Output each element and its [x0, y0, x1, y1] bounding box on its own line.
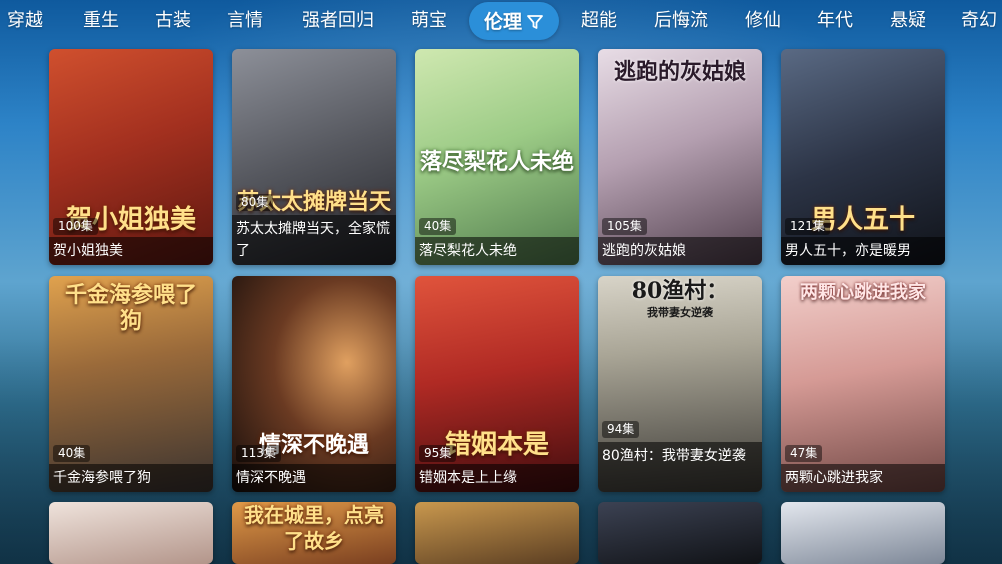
episode-count: 94集: [602, 421, 640, 438]
drama-title: 男人五十，亦是暖男: [781, 237, 945, 265]
episode-count: 100集: [53, 218, 98, 235]
tab-qiangzhe-huigui[interactable]: 强者回归: [284, 2, 392, 40]
episode-count: 105集: [602, 218, 647, 235]
tab-chaoneng[interactable]: 超能: [568, 2, 630, 40]
episode-count: 47集: [785, 445, 823, 462]
drama-card[interactable]: 贺小姐独美 100集 贺小姐独美: [49, 49, 213, 265]
drama-title: 千金海参喂了狗: [49, 464, 213, 492]
filter-icon[interactable]: [526, 13, 544, 31]
tab-label: 奇幻: [961, 10, 997, 31]
episode-count: 113集: [236, 445, 281, 462]
tab-guzhuang[interactable]: 古装: [140, 2, 206, 40]
drama-card[interactable]: [49, 502, 213, 564]
drama-card[interactable]: 逃跑的灰姑娘 105集 逃跑的灰姑娘: [598, 49, 762, 265]
episode-count: 121集: [785, 218, 830, 235]
drama-title: 逃跑的灰姑娘: [598, 237, 762, 265]
tab-chongsheng[interactable]: 重生: [68, 2, 134, 40]
drama-title: 两颗心跳进我家: [781, 464, 945, 492]
tab-label: 言情: [227, 10, 263, 31]
drama-card[interactable]: 男人五十 121集 男人五十，亦是暖男: [781, 49, 945, 265]
drama-card[interactable]: 错姻本是 95集 错姻本是上上缘: [415, 276, 579, 492]
tab-lunli[interactable]: 伦理: [469, 2, 559, 40]
drama-card[interactable]: 80渔村： 我带妻女逆袭 94集 80渔村：我带妻女逆袭: [598, 276, 762, 492]
episode-count: 80集: [236, 194, 274, 211]
drama-card[interactable]: 苏太太摊牌当天 80集 苏太太摊牌当天，全家慌了: [232, 49, 396, 265]
drama-title: 落尽梨花人未绝: [415, 237, 579, 265]
tab-mengbao[interactable]: 萌宝: [398, 2, 460, 40]
drama-card[interactable]: [415, 502, 579, 564]
tab-label: 修仙: [745, 10, 781, 31]
poster-image: [781, 502, 945, 564]
tab-label: 古装: [155, 10, 191, 31]
drama-card[interactable]: 千金海参喂了狗 40集 千金海参喂了狗: [49, 276, 213, 492]
tab-niandai[interactable]: 年代: [804, 2, 866, 40]
tab-houhuiliu[interactable]: 后悔流: [643, 2, 719, 40]
poster-title-art: 逃跑的灰姑娘: [613, 59, 746, 85]
episode-count: 40集: [419, 218, 457, 235]
drama-title: 情深不晚遇: [232, 464, 396, 492]
category-nav: 穿越 重生 古装 言情 强者回归 萌宝 伦理 超能 后悔流 修仙 年代 悬疑 奇…: [0, 0, 1002, 44]
drama-title: 苏太太摊牌当天，全家慌了: [232, 215, 396, 265]
tab-yanqing[interactable]: 言情: [212, 2, 278, 40]
drama-title: 贺小姐独美: [49, 237, 213, 265]
drama-card[interactable]: [781, 502, 945, 564]
drama-card[interactable]: 情深不晚遇 113集 情深不晚遇: [232, 276, 396, 492]
drama-card[interactable]: 两颗心跳进我家 47集 两颗心跳进我家: [781, 276, 945, 492]
tab-label: 重生: [83, 10, 119, 31]
poster-title-art: 80渔村：: [631, 278, 729, 304]
tab-label: 年代: [817, 10, 853, 31]
tab-label: 伦理: [483, 10, 522, 33]
episode-count: 40集: [53, 445, 91, 462]
poster-image: [49, 502, 213, 564]
drama-title: 错姻本是上上缘: [415, 464, 579, 492]
poster-subtitle-art: 我带妻女逆袭: [647, 306, 713, 319]
poster-title-art: 千金海参喂了狗: [64, 282, 197, 334]
poster-image: [598, 502, 762, 564]
tab-xuanyi[interactable]: 悬疑: [877, 2, 939, 40]
tab-label: 萌宝: [411, 10, 447, 31]
drama-card[interactable]: [598, 502, 762, 564]
poster-title-art: 落尽梨花人未绝: [419, 149, 574, 175]
drama-card[interactable]: 落尽梨花人未绝 40集 落尽梨花人未绝: [415, 49, 579, 265]
tab-label: 强者回归: [302, 10, 374, 31]
tab-chuanyue[interactable]: 穿越: [0, 2, 50, 40]
poster-title-art: 我在城里，点亮了故乡: [244, 503, 384, 553]
poster-title-art: 两颗心跳进我家: [800, 282, 926, 303]
tab-label: 超能: [581, 10, 617, 31]
drama-card[interactable]: 我在城里，点亮了故乡: [232, 502, 396, 564]
episode-count: 95集: [419, 445, 457, 462]
tab-xiuxian[interactable]: 修仙: [732, 2, 794, 40]
tab-label: 后悔流: [654, 10, 708, 31]
drama-title: 80渔村：我带妻女逆袭: [598, 442, 762, 492]
poster-image: [415, 502, 579, 564]
tab-label: 悬疑: [890, 10, 926, 31]
tab-qihuan[interactable]: 奇幻: [948, 2, 1002, 40]
tab-label: 穿越: [7, 10, 43, 31]
